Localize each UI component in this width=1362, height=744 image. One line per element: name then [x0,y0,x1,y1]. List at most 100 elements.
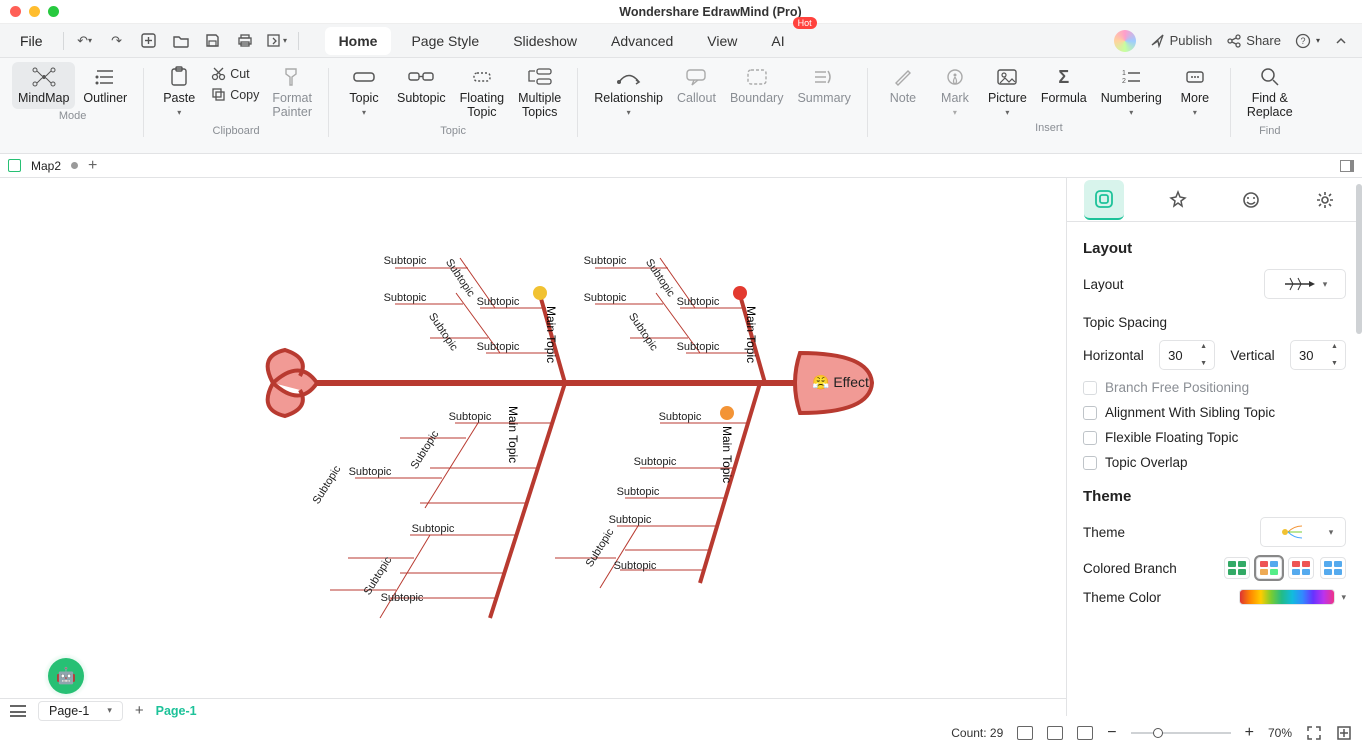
subtopic-node[interactable]: Subtopic [477,296,520,308]
branch-style-4[interactable] [1320,557,1346,579]
topic-button[interactable]: Topic▾ [339,62,389,124]
view-mode-1-button[interactable] [1017,726,1033,740]
more-button[interactable]: More▾ [1170,62,1220,121]
view-mode-2-button[interactable] [1047,726,1063,740]
horizontal-spacing-input[interactable]: 30▲▼ [1159,340,1215,370]
main-topic-node[interactable]: Main Topic [544,306,558,363]
tab-view[interactable]: View [693,27,751,55]
subtopic-node[interactable]: Subtopic [677,341,720,353]
subtopic-node[interactable]: Subtopic [609,514,652,526]
redo-button[interactable]: ↷ [104,28,130,54]
scrollbar-thumb[interactable] [1356,184,1362,334]
share-button[interactable]: Share [1226,33,1281,48]
zoom-in-button[interactable]: + [1245,724,1254,742]
subtopic-node[interactable]: Subtopic [412,523,455,535]
page-selector[interactable]: Page-1▾ [38,701,123,721]
user-avatar[interactable] [1114,30,1136,52]
zoom-window-button[interactable] [48,6,59,17]
save-button[interactable] [200,28,226,54]
topic-overlap-checkbox[interactable]: Topic Overlap [1083,455,1346,470]
fullscreen-button[interactable] [1306,725,1322,741]
subtopic-node[interactable]: Subtopic [384,292,427,304]
paste-button[interactable]: Paste ▾ [154,62,204,121]
subtopic-node[interactable]: Subtopic [614,560,657,572]
subtopic-button[interactable]: Subtopic [391,62,452,124]
add-page-button[interactable]: + [135,702,144,719]
mark-button[interactable]: Mark▾ [930,62,980,121]
floating-topic-button[interactable]: Floating Topic [454,62,510,124]
settings-tab[interactable] [1305,180,1345,220]
canvas[interactable]: 😤 Effect Main Topic Main Topic Main Topi… [0,178,1066,716]
subtopic-node[interactable]: Subtopic [617,486,660,498]
formula-button[interactable]: ΣFormula [1035,62,1093,121]
boundary-button[interactable]: Boundary [724,62,790,121]
theme-color-selector[interactable] [1239,589,1335,605]
print-button[interactable] [232,28,258,54]
main-topic-node[interactable]: Main Topic [720,426,734,483]
collapse-ribbon-button[interactable] [1334,34,1348,48]
layout-selector[interactable]: ▾ [1264,269,1346,299]
branch-style-1[interactable] [1224,557,1250,579]
subtopic-node[interactable]: Subtopic [659,411,702,423]
icon-tab[interactable] [1231,180,1271,220]
minimize-window-button[interactable] [29,6,40,17]
zoom-slider[interactable] [1131,732,1231,734]
publish-button[interactable]: Publish [1150,33,1213,48]
zoom-out-button[interactable]: − [1107,724,1116,742]
picture-button[interactable]: Picture▾ [982,62,1033,121]
file-menu[interactable]: File [8,29,55,53]
subtopic-node[interactable]: Subtopic [381,592,424,604]
mindmap-mode-button[interactable]: MindMap [12,62,75,109]
subtopic-node[interactable]: Subtopic [477,341,520,353]
page-list-button[interactable] [10,705,26,717]
flexible-floating-checkbox[interactable]: Flexible Floating Topic [1083,430,1346,445]
subtopic-node[interactable]: Subtopic [349,466,392,478]
summary-button[interactable]: Summary [791,62,856,121]
subtopic-node[interactable]: Subtopic [634,456,677,468]
multiple-topics-button[interactable]: Multiple Topics [512,62,567,124]
branch-style-3[interactable] [1288,557,1314,579]
note-button[interactable]: Note [878,62,928,121]
zoom-value[interactable]: 70% [1268,726,1292,740]
subtopic-node[interactable]: Subtopic [449,411,492,423]
open-button[interactable] [168,28,194,54]
help-button[interactable]: ?▾ [1295,33,1320,49]
view-mode-3-button[interactable] [1077,726,1093,740]
vertical-spacing-input[interactable]: 30▲▼ [1290,340,1346,370]
format-painter-button[interactable]: Format Painter [266,62,318,124]
close-window-button[interactable] [10,6,21,17]
fit-view-button[interactable] [1336,725,1352,741]
subtopic-node[interactable]: Subtopic [677,296,720,308]
effect-node[interactable]: 😤 Effect [812,374,869,391]
subtopic-node[interactable]: Subtopic [584,255,627,267]
theme-selector[interactable]: ▾ [1260,517,1346,547]
find-replace-button[interactable]: Find & Replace [1241,62,1299,124]
tab-page-style[interactable]: Page Style [397,27,493,55]
undo-button[interactable]: ↶▾ [72,28,98,54]
layout-tab[interactable] [1084,180,1124,220]
tab-home[interactable]: Home [325,27,392,55]
cut-button[interactable]: Cut [206,64,264,83]
export-button[interactable]: ▾ [264,28,290,54]
zoom-slider-knob[interactable] [1153,728,1163,738]
align-sibling-checkbox[interactable]: Alignment With Sibling Topic [1083,405,1346,420]
numbering-button[interactable]: 12Numbering▾ [1095,62,1168,121]
add-document-button[interactable]: + [88,157,97,175]
style-tab[interactable] [1158,180,1198,220]
relationship-button[interactable]: Relationship▾ [588,62,669,121]
assistant-button[interactable]: 🤖 [48,658,84,694]
tab-ai[interactable]: AIHot [757,27,798,55]
main-topic-node[interactable]: Main Topic [744,306,758,363]
main-topic-node[interactable]: Main Topic [506,406,520,463]
subtopic-node[interactable]: Subtopic [384,255,427,267]
new-button[interactable] [136,28,162,54]
tab-advanced[interactable]: Advanced [597,27,687,55]
branch-style-2[interactable] [1256,557,1282,579]
copy-button[interactable]: Copy [206,85,264,104]
subtopic-node[interactable]: Subtopic [584,292,627,304]
callout-button[interactable]: Callout [671,62,722,121]
side-panel-scrollbar[interactable] [1356,178,1362,716]
document-tab[interactable]: Map2 [31,159,61,173]
panel-toggle-button[interactable] [1340,160,1354,172]
active-page-tab[interactable]: Page-1 [156,704,197,718]
